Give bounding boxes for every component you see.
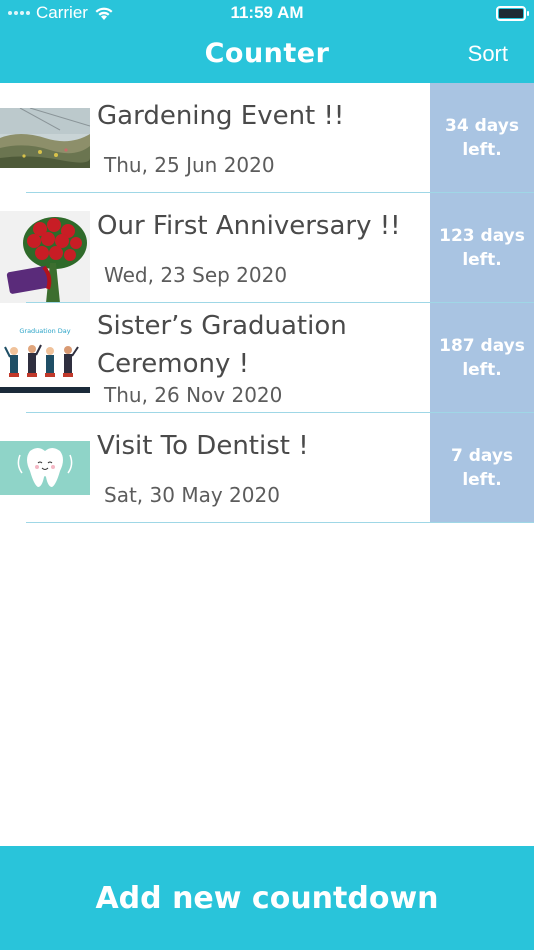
row-divider — [26, 522, 534, 523]
red-roses-bouquet-photo — [0, 211, 90, 303]
countdown-date: Sat, 30 May 2020 — [104, 483, 280, 507]
countdown-date: Wed, 23 Sep 2020 — [104, 263, 288, 287]
status-bar: Carrier 11:59 AM — [0, 0, 534, 28]
app-screen: Carrier 11:59 AM Counter Sort Gardening … — [0, 0, 534, 950]
countdown-row[interactable]: Our First Anniversary !! Wed, 23 Sep 202… — [0, 193, 534, 303]
countdown-list: Gardening Event !! Thu, 25 Jun 2020 34 d… — [0, 83, 534, 523]
countdown-row[interactable]: Graduation Day Sister’s Graduation Cerem… — [0, 303, 534, 413]
countdown-date: Thu, 25 Jun 2020 — [104, 153, 275, 177]
days-left-badge: 7 days left. — [430, 413, 534, 523]
countdown-date: Thu, 26 Nov 2020 — [104, 383, 283, 407]
graduation-day-illustration: Graduation Day — [0, 323, 90, 393]
days-left-badge: 123 days left. — [430, 193, 534, 303]
countdown-title: Sister’s Graduation Ceremony ! — [97, 311, 347, 379]
navigation-bar: Counter Sort — [0, 28, 534, 83]
page-title: Counter — [204, 38, 330, 69]
days-left-badge: 34 days left. — [430, 83, 534, 193]
countdown-title: Gardening Event !! — [97, 101, 345, 131]
top-bar: Carrier 11:59 AM Counter Sort — [0, 0, 534, 83]
add-countdown-button[interactable]: Add new countdown — [0, 846, 534, 950]
days-left-badge: 187 days left. — [430, 303, 534, 413]
countdown-title: Visit To Dentist ! — [97, 431, 309, 461]
countdown-row[interactable]: Gardening Event !! Thu, 25 Jun 2020 34 d… — [0, 83, 534, 193]
battery-icon — [496, 6, 529, 21]
countdown-row[interactable]: Visit To Dentist ! Sat, 30 May 2020 7 da… — [0, 413, 534, 523]
cartoon-tooth-illustration — [0, 441, 90, 495]
grassy-dunes-photo — [0, 108, 90, 168]
countdown-title: Our First Anniversary !! — [97, 211, 401, 241]
graduation-caption: Graduation Day — [19, 327, 70, 335]
sort-button[interactable]: Sort — [468, 41, 508, 67]
status-time: 11:59 AM — [230, 3, 304, 22]
